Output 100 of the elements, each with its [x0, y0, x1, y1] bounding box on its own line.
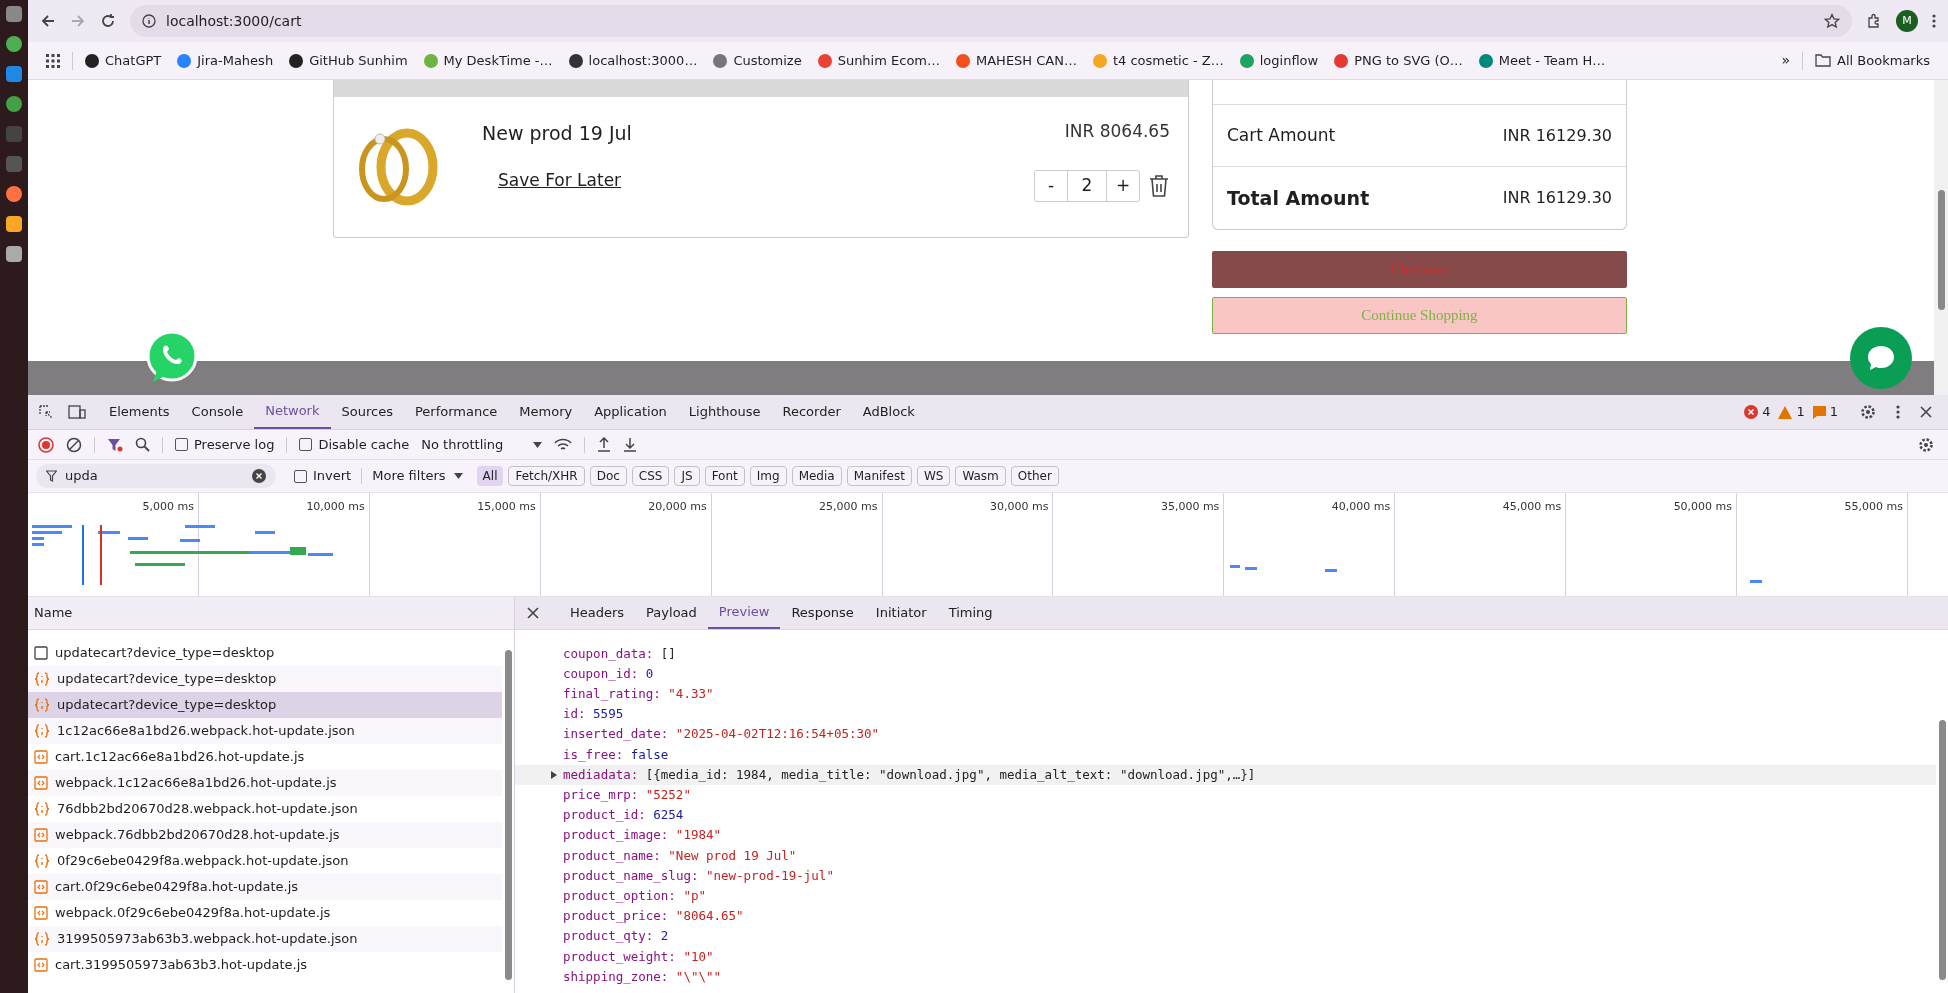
bookmark-link[interactable]: Customize [713, 50, 802, 71]
json-property[interactable]: product_qty: 2 [515, 926, 1936, 947]
settings-icon[interactable] [1918, 436, 1934, 453]
devtools-tab[interactable]: Memory [508, 395, 584, 429]
save-for-later-link[interactable]: Save For Later [498, 167, 632, 193]
inspect-icon[interactable] [38, 404, 54, 420]
detail-tab[interactable]: Preview [707, 597, 781, 629]
quantity-field[interactable]: 2 [1067, 170, 1107, 201]
bookmark-link[interactable]: PNG to SVG (O… [1334, 50, 1463, 71]
json-property[interactable]: coupon_data: [] [515, 644, 1936, 665]
request-row[interactable]: updatecart?device_type=desktop [28, 692, 502, 718]
app-icon[interactable] [6, 36, 22, 52]
more-bookmarks-button[interactable]: » [1781, 50, 1791, 71]
bookmark-link[interactable]: Sunhim Ecom… [817, 50, 940, 71]
apps-grid-icon[interactable] [46, 53, 60, 68]
warning-icon[interactable] [1778, 405, 1793, 419]
bookmark-link[interactable]: Jira-Mahesh [177, 50, 274, 71]
app-icon[interactable] [6, 186, 22, 202]
profile-avatar[interactable]: M [1896, 10, 1918, 32]
filter-field[interactable]: upda [36, 464, 276, 488]
issue-count[interactable]: 1 [1829, 402, 1838, 422]
detail-tab[interactable]: Response [780, 597, 865, 629]
more-filters-dropdown[interactable]: More filters [372, 466, 463, 486]
close-icon[interactable] [527, 607, 539, 619]
devtools-tab[interactable]: Lighthouse [677, 395, 772, 429]
json-property[interactable]: mediadata: [{media_id: 1984, media_title: "download.jpg", media_alt_text: "download.jpg",…}] [515, 765, 1936, 786]
record-icon[interactable] [38, 436, 54, 453]
back-icon[interactable] [40, 13, 56, 29]
column-header[interactable]: Name [34, 603, 73, 623]
app-icon[interactable] [6, 66, 22, 82]
json-property[interactable]: shipping_zone: "\"\"" [515, 967, 1936, 988]
settings-icon[interactable] [1860, 404, 1876, 420]
bookmark-link[interactable]: t4 cosmetic - Z… [1092, 50, 1224, 71]
preserve-log-checkbox[interactable] [175, 438, 188, 451]
bookmark-link[interactable]: localhost:3000… [568, 50, 698, 71]
bookmark-link[interactable]: GitHub Sunhim [289, 50, 408, 71]
json-property[interactable]: inserted_date: "2025-04-02T12:16:54+05:30" [515, 724, 1936, 745]
address-bar[interactable]: localhost:3000/cart [130, 5, 1852, 37]
error-count[interactable]: 4 [1762, 402, 1771, 422]
json-property[interactable]: product_weight: "10" [515, 946, 1936, 967]
type-filter-chip[interactable]: Media [791, 466, 842, 486]
json-property[interactable]: final_rating: "4.33" [515, 684, 1936, 705]
clear-icon[interactable] [66, 436, 82, 453]
filter-icon[interactable] [107, 436, 123, 453]
json-property[interactable]: product_name_slug: "new-prod-19-jul" [515, 866, 1936, 887]
type-filter-chip[interactable]: Font [704, 466, 745, 486]
star-icon[interactable] [1824, 13, 1840, 29]
detail-tab[interactable]: Payload [635, 597, 708, 629]
bookmark-link[interactable]: MAHESH CAN… [956, 50, 1077, 71]
throttling-dropdown[interactable]: No throttling [421, 434, 543, 455]
reload-icon[interactable] [100, 13, 116, 29]
type-filter-chip[interactable]: Other [1010, 466, 1059, 486]
app-icon[interactable] [6, 216, 22, 232]
json-property[interactable]: price_mrp: "5252" [515, 785, 1936, 806]
bookmark-link[interactable]: loginflow [1239, 50, 1319, 71]
request-row[interactable]: 1c12ac66e8a1bd26.webpack.hot-update.json [28, 718, 502, 744]
extensions-icon[interactable] [1866, 13, 1882, 29]
network-conditions-icon[interactable] [554, 437, 573, 452]
close-icon[interactable] [1920, 406, 1932, 418]
download-icon[interactable] [623, 437, 638, 452]
type-filter-chip[interactable]: Img [749, 466, 787, 486]
detail-tab[interactable]: Initiator [864, 597, 938, 629]
json-property[interactable]: coupon_id: 0 [515, 664, 1936, 685]
json-property[interactable]: product_option: "p" [515, 886, 1936, 907]
request-row[interactable]: webpack.1c12ac66e8a1bd26.hot-update.js [28, 770, 502, 796]
detail-tab[interactable]: Headers [559, 597, 636, 629]
devtools-tab[interactable]: Elements [98, 395, 181, 429]
request-row[interactable]: updatecart?device_type=desktop [28, 666, 502, 692]
type-filter-chip[interactable]: Wasm [955, 466, 1006, 486]
json-property[interactable]: product_name: "New prod 19 Jul" [515, 845, 1936, 867]
type-filter-chip[interactable]: JS [674, 466, 700, 486]
devtools-tab[interactable]: Performance [403, 395, 509, 429]
detail-tab[interactable]: Timing [937, 597, 1004, 629]
increase-button[interactable]: + [1107, 170, 1139, 201]
json-property[interactable]: is_free: false [515, 744, 1936, 766]
trash-icon[interactable] [1148, 173, 1170, 198]
type-filter-chip[interactable]: Fetch/XHR [508, 466, 585, 486]
device-toolbar-icon[interactable] [68, 404, 86, 420]
app-icon[interactable] [6, 246, 22, 262]
search-icon[interactable] [135, 437, 150, 452]
app-icon[interactable] [6, 96, 22, 112]
bookmark-link[interactable]: ChatGPT [85, 50, 162, 71]
request-row[interactable]: webpack.76dbb2bd20670d28.hot-update.js [28, 822, 502, 848]
json-property[interactable]: id: 5595 [515, 704, 1936, 725]
issue-icon[interactable] [1812, 405, 1826, 419]
upload-icon[interactable] [597, 437, 612, 452]
expand-triangle-icon[interactable] [551, 771, 557, 780]
chat-icon[interactable] [1850, 327, 1912, 389]
devtools-tab[interactable]: Console [180, 395, 255, 429]
warning-count[interactable]: 1 [1796, 402, 1805, 422]
all-bookmarks-button[interactable]: All Bookmarks [1815, 50, 1930, 71]
devtools-tab[interactable]: AdBlock [851, 395, 926, 429]
type-filter-chip[interactable]: All [476, 466, 504, 486]
devtools-tab[interactable]: Sources [330, 395, 404, 429]
bookmark-link[interactable]: My DeskTime -… [423, 50, 553, 71]
devtools-tab[interactable]: Recorder [771, 395, 852, 429]
type-filter-chip[interactable]: WS [916, 466, 951, 486]
app-icon[interactable] [6, 6, 22, 22]
devtools-tab[interactable]: Application [583, 395, 678, 429]
json-property[interactable]: product_price: "8064.65" [515, 906, 1936, 927]
